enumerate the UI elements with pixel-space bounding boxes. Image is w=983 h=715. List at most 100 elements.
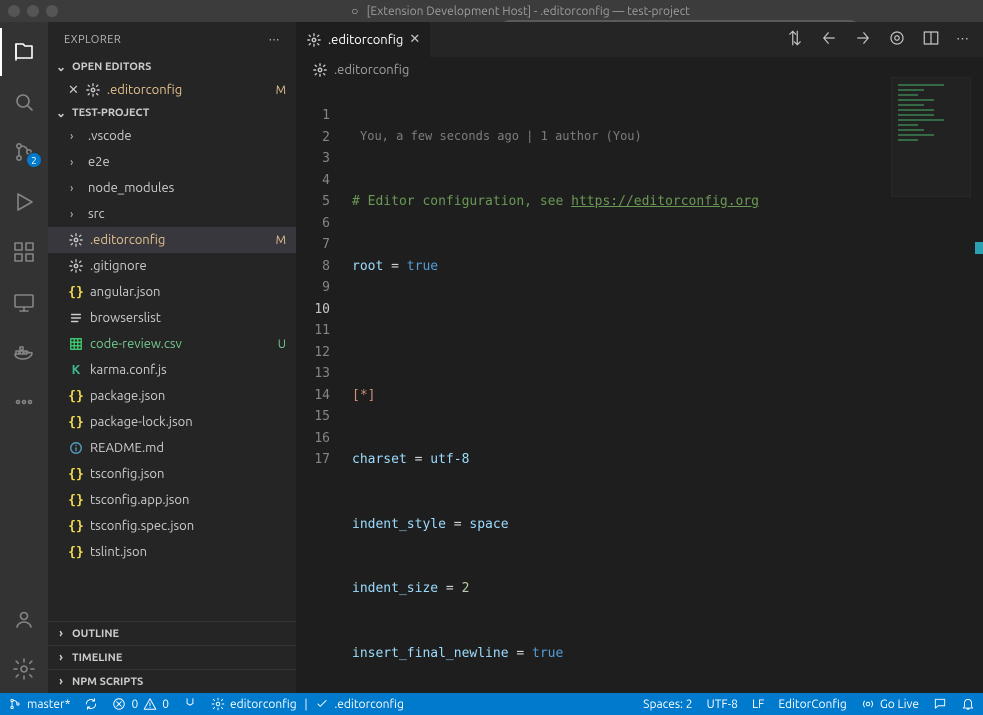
file-label: .editorconfig bbox=[90, 233, 165, 247]
activity-remote[interactable] bbox=[0, 278, 48, 326]
folder-item[interactable]: › src bbox=[48, 201, 296, 227]
editor-tabbar: .editorconfig ✕ ⋯ bbox=[296, 22, 983, 57]
breadcrumb-item: .editorconfig bbox=[334, 63, 409, 77]
csv-icon bbox=[68, 337, 84, 351]
more-actions-icon[interactable]: ⋯ bbox=[956, 32, 969, 47]
gear-icon bbox=[85, 83, 101, 97]
go-forward-icon[interactable] bbox=[854, 29, 872, 50]
close-window-icon[interactable] bbox=[8, 5, 20, 17]
activity-search[interactable] bbox=[0, 78, 48, 126]
close-icon[interactable]: ✕ bbox=[68, 83, 79, 98]
section-outline[interactable]: › OUTLINE bbox=[48, 621, 296, 645]
breadcrumb[interactable]: .editorconfig bbox=[296, 57, 983, 83]
status-ports-icon[interactable] bbox=[183, 697, 197, 711]
activity-docker[interactable] bbox=[0, 328, 48, 376]
file-label: package-lock.json bbox=[90, 415, 193, 429]
file-item[interactable]: README.md bbox=[48, 435, 296, 461]
status-language[interactable]: EditorConfig bbox=[778, 698, 846, 711]
file-item[interactable]: {}tsconfig.app.json bbox=[48, 487, 296, 513]
status-branch[interactable]: master* bbox=[8, 697, 70, 711]
editor-actions: ⋯ bbox=[772, 22, 983, 57]
status-bell-icon[interactable] bbox=[961, 697, 975, 711]
chevron-right-icon: › bbox=[70, 208, 82, 221]
chevron-right-icon: › bbox=[70, 156, 82, 169]
status-eol[interactable]: LF bbox=[752, 698, 764, 711]
file-item[interactable]: .editorconfigM bbox=[48, 227, 296, 253]
section-timeline[interactable]: › TIMELINE bbox=[48, 645, 296, 669]
file-item[interactable]: {}tsconfig.json bbox=[48, 461, 296, 487]
activity-account[interactable] bbox=[0, 595, 48, 643]
folder-item[interactable]: ›e2e bbox=[48, 149, 296, 175]
file-item[interactable]: {}tsconfig.spec.json bbox=[48, 513, 296, 539]
gear-icon bbox=[68, 233, 84, 247]
file-status-badge: U bbox=[278, 338, 286, 351]
file-item[interactable]: {}angular.json bbox=[48, 279, 296, 305]
zoom-window-icon[interactable] bbox=[46, 5, 58, 17]
file-tree: ›.vscode›e2e›node_modules›src.editorconf… bbox=[48, 123, 296, 565]
section-npm-scripts[interactable]: › NPM SCRIPTS bbox=[48, 669, 296, 693]
status-sync[interactable] bbox=[84, 697, 98, 711]
minimize-window-icon[interactable] bbox=[27, 5, 39, 17]
file-item[interactable]: code-review.csvU bbox=[48, 331, 296, 357]
folder-item[interactable]: › node_modules bbox=[48, 175, 296, 201]
folder-item[interactable]: ›.vscode bbox=[48, 123, 296, 149]
section-project[interactable]: ⌄ TEST-PROJECT bbox=[48, 103, 296, 123]
activity-settings-gear[interactable] bbox=[0, 645, 48, 693]
editor-tab[interactable]: .editorconfig ✕ bbox=[296, 22, 431, 57]
file-label: node_modules bbox=[88, 181, 174, 195]
file-label: src bbox=[88, 207, 105, 221]
code-content[interactable]: You, a few seconds ago | 1 author (You) … bbox=[344, 83, 983, 693]
status-problems[interactable]: 0 0 bbox=[112, 697, 169, 711]
activity-more[interactable] bbox=[0, 378, 48, 426]
file-label: .vscode bbox=[88, 129, 132, 143]
activity-extensions[interactable] bbox=[0, 228, 48, 276]
window-title: ○ [Extension Development Host] - .editor… bbox=[66, 4, 975, 18]
overview-ruler-marker bbox=[975, 242, 983, 254]
explorer-sidebar: EXPLORER ⋯ ⌄ OPEN EDITORS ✕ .editorconfi… bbox=[48, 22, 296, 693]
karma-icon: K bbox=[68, 363, 84, 377]
go-back-icon[interactable] bbox=[820, 29, 838, 50]
gear-icon bbox=[306, 33, 322, 47]
file-label: karma.conf.js bbox=[90, 363, 167, 377]
sidebar-header: EXPLORER ⋯ bbox=[48, 22, 296, 57]
file-label: tslint.json bbox=[90, 545, 147, 559]
open-editor-item[interactable]: ✕ .editorconfig M bbox=[48, 77, 296, 103]
chevron-right-icon: › bbox=[54, 651, 68, 664]
chevron-down-icon: ⌄ bbox=[54, 106, 68, 120]
split-editor-icon[interactable] bbox=[922, 29, 940, 50]
file-item[interactable]: {}package-lock.json bbox=[48, 409, 296, 435]
json-icon: {} bbox=[68, 519, 84, 534]
chevron-right-icon: › bbox=[70, 182, 82, 195]
section-open-editors[interactable]: ⌄ OPEN EDITORS bbox=[48, 57, 296, 77]
status-encoding[interactable]: UTF-8 bbox=[707, 698, 738, 711]
json-icon: {} bbox=[68, 493, 84, 508]
file-item[interactable]: {} tslint.json bbox=[48, 539, 296, 565]
file-label: angular.json bbox=[90, 285, 160, 299]
status-feedback-icon[interactable] bbox=[933, 697, 947, 711]
activity-run-debug[interactable] bbox=[0, 178, 48, 226]
json-icon: {} bbox=[68, 545, 84, 560]
status-go-live[interactable]: Go Live bbox=[861, 697, 919, 711]
preview-icon[interactable] bbox=[888, 29, 906, 50]
compare-icon[interactable] bbox=[786, 29, 804, 50]
file-label: README.md bbox=[90, 441, 164, 455]
status-editorconfig-ext[interactable]: editorconfig | .editorconfig bbox=[211, 697, 404, 711]
file-item[interactable]: {}package.json bbox=[48, 383, 296, 409]
chevron-down-icon: ⌄ bbox=[54, 60, 68, 74]
chevron-right-icon: › bbox=[54, 675, 68, 688]
file-item[interactable]: browserslist bbox=[48, 305, 296, 331]
close-icon[interactable]: ✕ bbox=[409, 32, 420, 47]
sidebar-more-icon[interactable]: ⋯ bbox=[269, 33, 281, 46]
file-item[interactable]: Kkarma.conf.js bbox=[48, 357, 296, 383]
lines-icon bbox=[68, 311, 84, 325]
gear-icon bbox=[68, 259, 84, 273]
activity-explorer[interactable] bbox=[0, 28, 48, 76]
scm-badge: 2 bbox=[26, 152, 42, 168]
code-editor[interactable]: 1234 5678 9101112 13141516 17 You, a few… bbox=[296, 83, 983, 693]
file-item[interactable]: .gitignore bbox=[48, 253, 296, 279]
status-indent[interactable]: Spaces: 2 bbox=[643, 698, 692, 711]
minimap[interactable] bbox=[891, 77, 971, 197]
status-bar: master* 0 0 editorconfig | .editorconfig… bbox=[0, 693, 983, 715]
open-editor-label: .editorconfig bbox=[107, 83, 182, 97]
activity-source-control[interactable]: 2 bbox=[0, 128, 48, 176]
